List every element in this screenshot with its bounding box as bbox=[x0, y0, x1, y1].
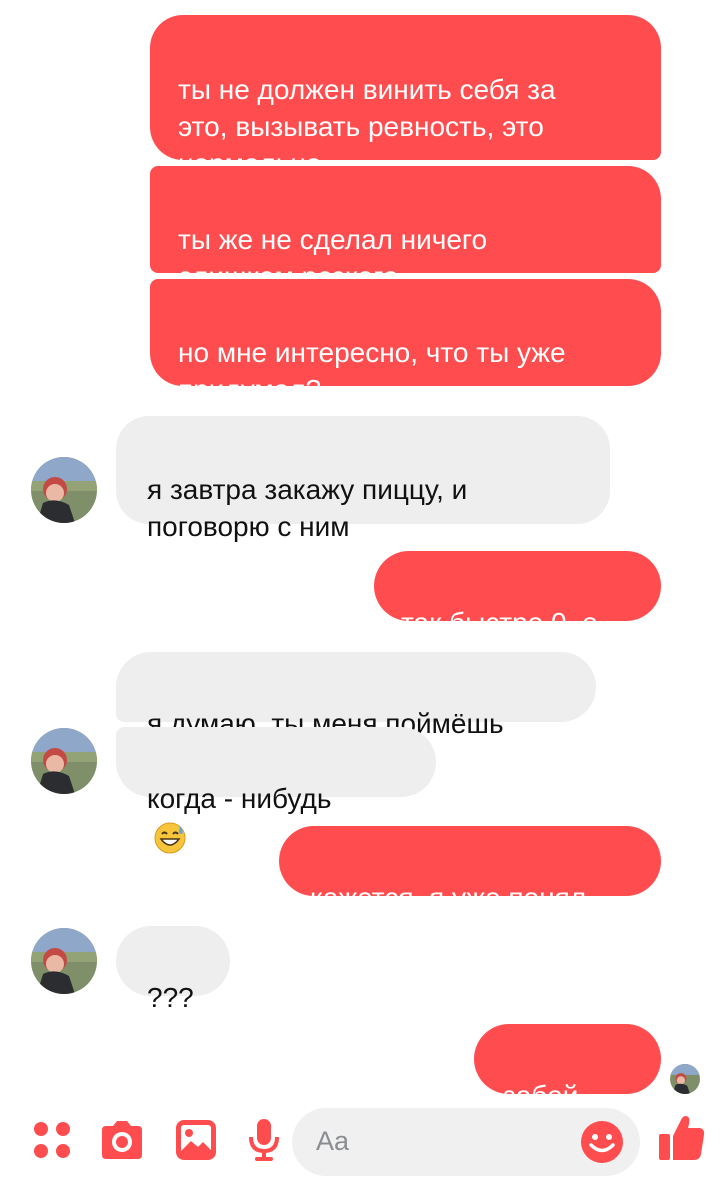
message-outgoing[interactable]: ты же не сделал ничего слишком резкого bbox=[150, 166, 661, 292]
apps-button[interactable] bbox=[28, 1116, 76, 1164]
grinning-sweat-emoji bbox=[154, 822, 186, 854]
like-icon bbox=[659, 1116, 705, 1160]
contact-avatar[interactable] bbox=[31, 457, 97, 523]
avatar-photo bbox=[31, 728, 97, 794]
message-text: когда - нибудь bbox=[147, 783, 332, 814]
message-composer: Aa bbox=[0, 1100, 720, 1182]
contact-avatar[interactable] bbox=[31, 928, 97, 994]
message-text: я завтра закажу пиццу, и поговорю с ним bbox=[147, 474, 468, 542]
message-incoming[interactable]: я завтра закажу пиццу, и поговорю с ним bbox=[116, 416, 610, 542]
message-text: ты не должен винить себя за это, вызыват… bbox=[178, 74, 556, 179]
message-incoming[interactable]: ??? bbox=[116, 926, 230, 1013]
avatar-photo bbox=[31, 928, 97, 994]
like-button[interactable] bbox=[656, 1112, 708, 1164]
message-input-placeholder: Aa bbox=[316, 1126, 350, 1156]
microphone-button[interactable] bbox=[240, 1116, 288, 1164]
contact-avatar[interactable] bbox=[31, 728, 97, 794]
message-text: так быстро 0_о bbox=[401, 607, 598, 638]
message-input[interactable]: Aa bbox=[292, 1108, 640, 1176]
microphone-icon bbox=[249, 1119, 279, 1161]
camera-button[interactable] bbox=[98, 1116, 146, 1164]
message-text: но мне интересно, что ты уже придумал? bbox=[178, 337, 566, 405]
message-text: кажется, я уже понял bbox=[310, 882, 587, 913]
read-receipt-photo bbox=[670, 1064, 700, 1094]
message-incoming[interactable]: я думаю, ты меня поймёшь bbox=[116, 652, 596, 739]
message-text: ??? bbox=[147, 982, 194, 1013]
avatar-photo bbox=[31, 457, 97, 523]
read-receipt-avatar bbox=[670, 1064, 700, 1094]
message-outgoing[interactable]: так быстро 0_о bbox=[374, 551, 661, 638]
gallery-icon bbox=[176, 1120, 216, 1160]
conversation: ты не должен винить себя за это, вызыват… bbox=[0, 0, 720, 1150]
camera-icon bbox=[102, 1121, 142, 1159]
message-incoming[interactable]: когда - нибудь bbox=[116, 727, 436, 854]
message-outgoing[interactable]: кажется, я уже понял bbox=[279, 826, 661, 913]
message-outgoing[interactable]: забей bbox=[474, 1024, 661, 1150]
message-outgoing[interactable]: но мне интересно, что ты уже придумал? bbox=[150, 279, 661, 405]
message-outgoing[interactable]: ты не должен винить себя за это, вызыват… bbox=[150, 15, 661, 179]
emoji-icon[interactable] bbox=[580, 1120, 624, 1164]
apps-icon bbox=[34, 1122, 70, 1158]
gallery-button[interactable] bbox=[172, 1116, 220, 1164]
